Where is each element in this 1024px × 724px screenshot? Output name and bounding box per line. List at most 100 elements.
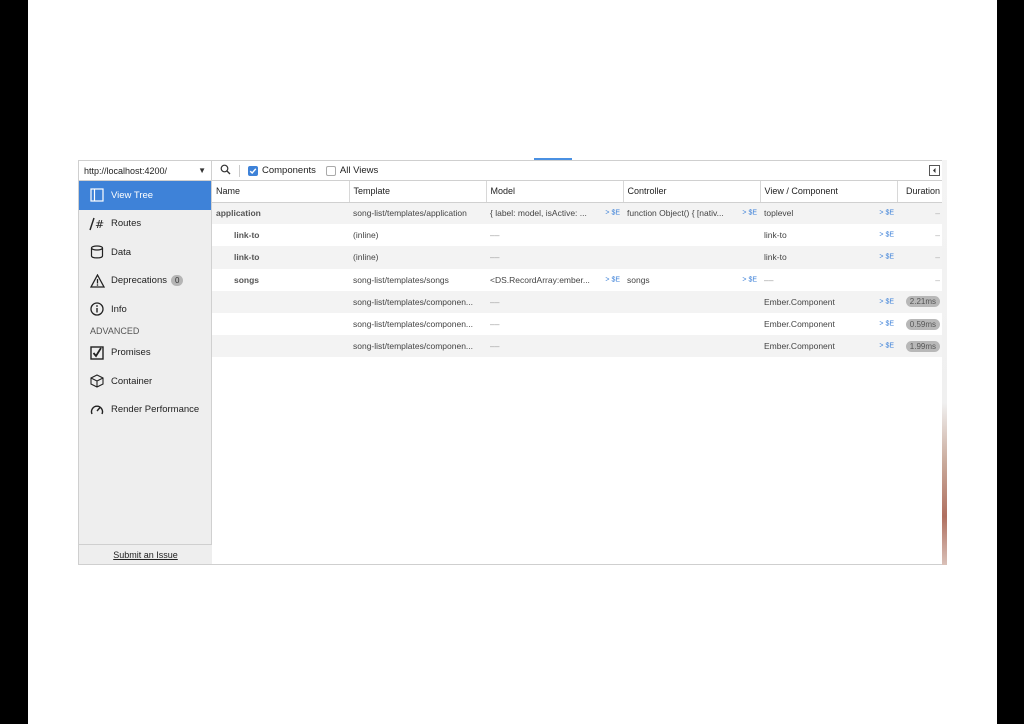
sidebar-item-view-tree[interactable]: View Tree [79,181,211,210]
send-to-console-button[interactable]: > $E [879,210,894,217]
sidebar-item-routes[interactable]: # Routes [79,210,211,239]
all-views-checkbox[interactable] [325,165,336,176]
duration-cell: 1.99ms [897,335,944,358]
sidebar-item-promises[interactable]: Promises [79,339,211,368]
send-to-console-button[interactable]: > $E [879,254,894,261]
send-to-console-button[interactable]: > $E [742,276,757,283]
send-to-console-label: $E [885,209,894,217]
model-cell[interactable]: { label: model, isActive: ... > $E [486,202,623,225]
duration-empty: – [935,208,940,219]
toolbar: Components All Views [212,161,944,181]
column-header[interactable]: View / Component [760,181,898,203]
name-cell: link-to [234,230,260,241]
duration-cell: – [897,269,944,291]
controller-text: function Object() { [nativ... [627,208,724,219]
model-text: <DS.RecordArray:ember... [490,274,590,285]
send-to-console-button[interactable]: > $E [879,321,894,328]
table-row[interactable]: application song-list/templates/applicati… [212,202,944,225]
send-to-console-label: $E [885,342,894,350]
template-cell: (inline) [349,224,486,246]
view-cell[interactable]: –– [760,269,897,291]
components-checkbox[interactable] [248,165,258,176]
view-cell[interactable]: Ember.Component > $E [760,290,897,313]
send-to-console-button[interactable]: > $E [605,276,620,283]
controller-cell[interactable] [623,246,760,269]
column-header[interactable]: Duration [897,181,944,203]
view-cell[interactable]: link-to > $E [760,246,897,269]
all-views-label: All Views [339,165,379,176]
model-cell[interactable]: –– [486,290,623,313]
send-to-console-label: $E [748,209,757,217]
table-row[interactable]: songs song-list/templates/songs <DS.Record… [212,269,944,291]
column-header[interactable]: Template [349,181,487,203]
sidebar-item-render-performance[interactable]: Render Performance [79,396,211,425]
svg-text:#: # [95,218,104,231]
send-to-console-label: $E [748,276,757,284]
model-text: –– [490,230,500,241]
view-text: link-to [764,252,787,263]
table-row[interactable]: link-to (inline) –– link-to > $E – [212,224,944,246]
view-cell[interactable]: Ember.Component > $E [760,313,897,335]
controller-cell[interactable]: function Object() { [nativ... > $E [623,202,760,225]
send-to-console-button[interactable]: > $E [879,298,894,305]
view-cell[interactable]: Ember.Component > $E [760,335,897,358]
name-cell: application [212,202,349,225]
controller-cell[interactable] [623,290,760,313]
table-row[interactable]: song-list/templates/componen... –– Ember.C… [212,335,944,358]
sidebar-item-container[interactable]: Container [79,367,211,396]
sidebar-item-label: Promises [111,347,151,359]
sidebar-item-deprecations[interactable]: Deprecations 0 [79,267,211,296]
duration-empty: – [935,230,940,241]
duration-badge: 0.59ms [905,318,940,330]
template-text: (inline) [353,230,379,241]
routes-icon: # [89,216,105,232]
controller-cell[interactable] [623,335,760,358]
view-text: link-to [764,230,787,241]
sidebar-item-info[interactable]: Info [79,295,211,324]
template-cell: (inline) [349,246,486,269]
sidebar-item-label: Container [111,375,153,387]
duration-cell: – [897,246,944,269]
controller-cell[interactable]: songs > $E [623,269,760,291]
sidebar-item-label: Data [111,246,132,258]
model-text: { label: model, isActive: ... [490,208,587,219]
send-to-console-button[interactable]: > $E [742,210,757,217]
model-cell[interactable]: –– [486,313,623,335]
ember-inspector: http://localhost:4200/ ▼ View Tree # Route… [78,160,945,565]
template-text: song-list/templates/songs [353,274,449,285]
duration-cell: 2.21ms [897,290,944,313]
column-header[interactable]: Model [486,181,624,203]
send-to-console-button[interactable]: > $E [879,343,894,350]
model-cell[interactable]: –– [486,246,623,269]
render-performance-icon [89,402,105,418]
model-cell[interactable]: –– [486,335,623,358]
template-cell: song-list/templates/application [349,202,486,225]
sidebar-item-label: Routes [111,218,142,230]
name-cell [212,290,349,313]
search-icon[interactable] [220,164,231,177]
send-to-console-button[interactable]: > $E [879,232,894,239]
view-cell[interactable]: link-to > $E [760,224,897,246]
sidebar-item-label: View Tree [111,189,154,201]
toggle-panel-icon[interactable] [929,165,940,176]
duration-cell: – [897,202,944,225]
sidebar-item-data[interactable]: Data [79,238,211,267]
sidebar-item-label: Deprecations [111,275,167,287]
model-cell[interactable]: <DS.RecordArray:ember... > $E [486,269,623,291]
dropdown-arrow-icon[interactable]: ▼ [198,166,206,175]
app-url-select[interactable]: http://localhost:4200/ ▼ [79,161,211,181]
table-row[interactable]: link-to (inline) –– link-to > $E – [212,246,944,269]
view-cell[interactable]: toplevel > $E [760,202,897,225]
controller-cell[interactable] [623,313,760,335]
column-header[interactable]: Name [212,181,350,203]
table-row[interactable]: song-list/templates/componen... –– Ember.C… [212,290,944,313]
submit-issue-link[interactable]: Submit an Issue [79,544,212,564]
column-header[interactable]: Controller [623,181,761,203]
template-text: song-list/templates/componen... [353,319,474,330]
send-to-console-label: $E [885,320,894,328]
sidebar: http://localhost:4200/ ▼ View Tree # Route… [79,161,212,564]
table-row[interactable]: song-list/templates/componen... –– Ember.C… [212,313,944,335]
controller-cell[interactable] [623,224,760,246]
send-to-console-button[interactable]: > $E [605,210,620,217]
model-cell[interactable]: –– [486,224,623,246]
